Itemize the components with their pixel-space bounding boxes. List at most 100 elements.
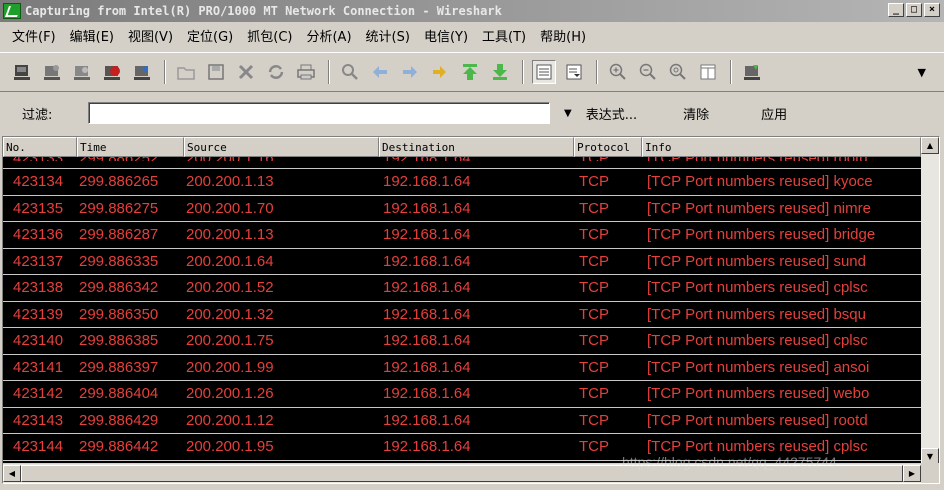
reload-button[interactable]	[264, 60, 288, 84]
zoom-out-button[interactable]	[636, 60, 660, 84]
packet-row[interactable]: 423133 299.886252 200.200.1.16 192.168.1…	[3, 157, 921, 169]
menu-file[interactable]: 文件(F)	[12, 26, 56, 45]
zoom-in-button[interactable]	[606, 60, 630, 84]
cell-destination: 192.168.1.64	[383, 411, 471, 429]
capture-options-button[interactable]	[40, 60, 64, 84]
menu-help[interactable]: 帮助(H)	[540, 26, 586, 45]
cell-no: 423141	[13, 358, 64, 376]
packet-row[interactable]: 423135 299.886275 200.200.1.70 192.168.1…	[3, 196, 921, 222]
capture-filters-icon	[744, 65, 760, 80]
print-button[interactable]	[294, 60, 318, 84]
filter-label: 过滤:	[22, 107, 53, 123]
go-last-packet-button[interactable]	[488, 60, 512, 84]
menu-telephony[interactable]: 电信(Y)	[424, 26, 468, 45]
toolbar-separator	[596, 60, 598, 84]
resize-columns-icon	[700, 64, 716, 80]
go-first-packet-button[interactable]	[458, 60, 482, 84]
cell-no: 423135	[13, 199, 64, 217]
title-bar: Capturing from Intel(R) PRO/1000 MT Netw…	[0, 0, 944, 22]
cell-source: 200.200.1.32	[186, 305, 274, 323]
vertical-scrollbar[interactable]: ▲ ▼	[921, 137, 939, 465]
packet-row[interactable]: 423134 299.886265 200.200.1.13 192.168.1…	[3, 169, 921, 196]
go-to-packet-button[interactable]	[428, 60, 452, 84]
cell-protocol: TCP	[579, 279, 609, 296]
display-filter-input[interactable]	[88, 102, 550, 124]
close-button[interactable]: ×	[924, 3, 940, 17]
column-header-time[interactable]: Time	[77, 137, 184, 157]
cell-destination: 192.168.1.64	[383, 157, 573, 161]
close-file-button[interactable]	[234, 60, 258, 84]
column-header-protocol[interactable]: Protocol	[574, 137, 642, 157]
column-header-info[interactable]: Info	[642, 137, 921, 157]
scroll-up-button[interactable]: ▲	[921, 137, 939, 154]
clear-filter-button[interactable]: 清除	[683, 104, 709, 123]
menu-analyze[interactable]: 分析(A)	[306, 26, 351, 45]
menu-view[interactable]: 视图(V)	[128, 26, 173, 45]
menu-edit[interactable]: 编辑(E)	[70, 26, 114, 45]
cell-info: [TCP Port numbers reused] nimre	[647, 199, 871, 217]
packet-row[interactable]: 423139 299.886350 200.200.1.32 192.168.1…	[3, 302, 921, 328]
toolbar-overflow-button[interactable]: ▼	[918, 66, 926, 79]
auto-scroll-button[interactable]	[562, 60, 586, 84]
column-header-no[interactable]: No.	[3, 137, 77, 157]
scroll-left-button[interactable]: ◀	[3, 465, 21, 482]
cell-time: 299.886252	[79, 157, 185, 161]
apply-filter-button[interactable]: 应用	[761, 104, 787, 123]
arrow-left-icon	[373, 66, 387, 78]
menu-capture[interactable]: 抓包(C)	[247, 26, 292, 45]
interfaces-icon	[14, 65, 30, 80]
colorize-button[interactable]	[532, 60, 556, 84]
minimize-button[interactable]: _	[888, 3, 904, 17]
cell-info: [TCP Port numbers reused] rootd	[647, 411, 868, 429]
menu-go[interactable]: 定位(G)	[187, 26, 233, 45]
packet-row[interactable]: 423142 299.886404 200.200.1.26 192.168.1…	[3, 381, 921, 408]
expression-button[interactable]: 表达式...	[586, 104, 637, 123]
cell-destination: 192.168.1.64	[383, 199, 471, 217]
cell-info: [TCP Port numbers reused] sund	[647, 252, 866, 270]
filter-history-dropdown[interactable]: ▼	[564, 108, 572, 119]
cell-source: 200.200.1.16	[186, 157, 376, 161]
maximize-button[interactable]: □	[906, 3, 922, 17]
cell-destination: 192.168.1.64	[383, 279, 471, 296]
cell-no: 423137	[13, 252, 64, 270]
cell-time: 299.886397	[79, 358, 159, 376]
start-capture-button[interactable]	[70, 60, 94, 84]
search-icon	[342, 64, 358, 80]
cell-no: 423142	[13, 385, 64, 402]
restart-capture-button[interactable]	[130, 60, 154, 84]
menu-statistics[interactable]: 统计(S)	[366, 26, 410, 45]
cell-destination: 192.168.1.64	[383, 226, 471, 243]
save-file-button[interactable]	[204, 60, 228, 84]
menu-tools[interactable]: 工具(T)	[482, 26, 526, 45]
cell-source: 200.200.1.26	[186, 385, 274, 402]
packet-row[interactable]: 423137 299.886335 200.200.1.64 192.168.1…	[3, 249, 921, 275]
cell-no: 423140	[13, 332, 64, 349]
arrow-bottom-icon	[493, 64, 507, 80]
find-packet-button[interactable]	[338, 60, 362, 84]
stop-capture-button[interactable]	[100, 60, 124, 84]
go-forward-button[interactable]	[398, 60, 422, 84]
packet-row[interactable]: 423140 299.886385 200.200.1.75 192.168.1…	[3, 328, 921, 355]
cell-no: 423133	[13, 157, 77, 161]
stop-capture-icon	[104, 66, 120, 80]
column-header-destination[interactable]: Destination	[379, 137, 574, 157]
normal-size-button[interactable]	[666, 60, 690, 84]
restart-capture-icon	[134, 66, 150, 80]
arrow-top-icon	[463, 64, 477, 80]
go-back-button[interactable]	[368, 60, 392, 84]
interfaces-button[interactable]	[10, 60, 34, 84]
open-file-button[interactable]	[174, 60, 198, 84]
packet-row[interactable]: 423136 299.886287 200.200.1.13 192.168.1…	[3, 222, 921, 249]
column-header-source[interactable]: Source	[184, 137, 379, 157]
packet-row[interactable]: 423141 299.886397 200.200.1.99 192.168.1…	[3, 355, 921, 381]
packet-row[interactable]: 423143 299.886429 200.200.1.12 192.168.1…	[3, 408, 921, 434]
scroll-right-button[interactable]: ▶	[903, 465, 921, 482]
toolbar-separator	[522, 60, 524, 84]
cell-protocol: TCP	[579, 199, 609, 217]
close-file-icon	[238, 64, 254, 80]
cell-no: 423134	[13, 173, 64, 190]
packet-row[interactable]: 423138 299.886342 200.200.1.52 192.168.1…	[3, 275, 921, 302]
resize-columns-button[interactable]	[696, 60, 720, 84]
list-icon	[536, 64, 552, 80]
capture-filters-button[interactable]	[740, 60, 764, 84]
